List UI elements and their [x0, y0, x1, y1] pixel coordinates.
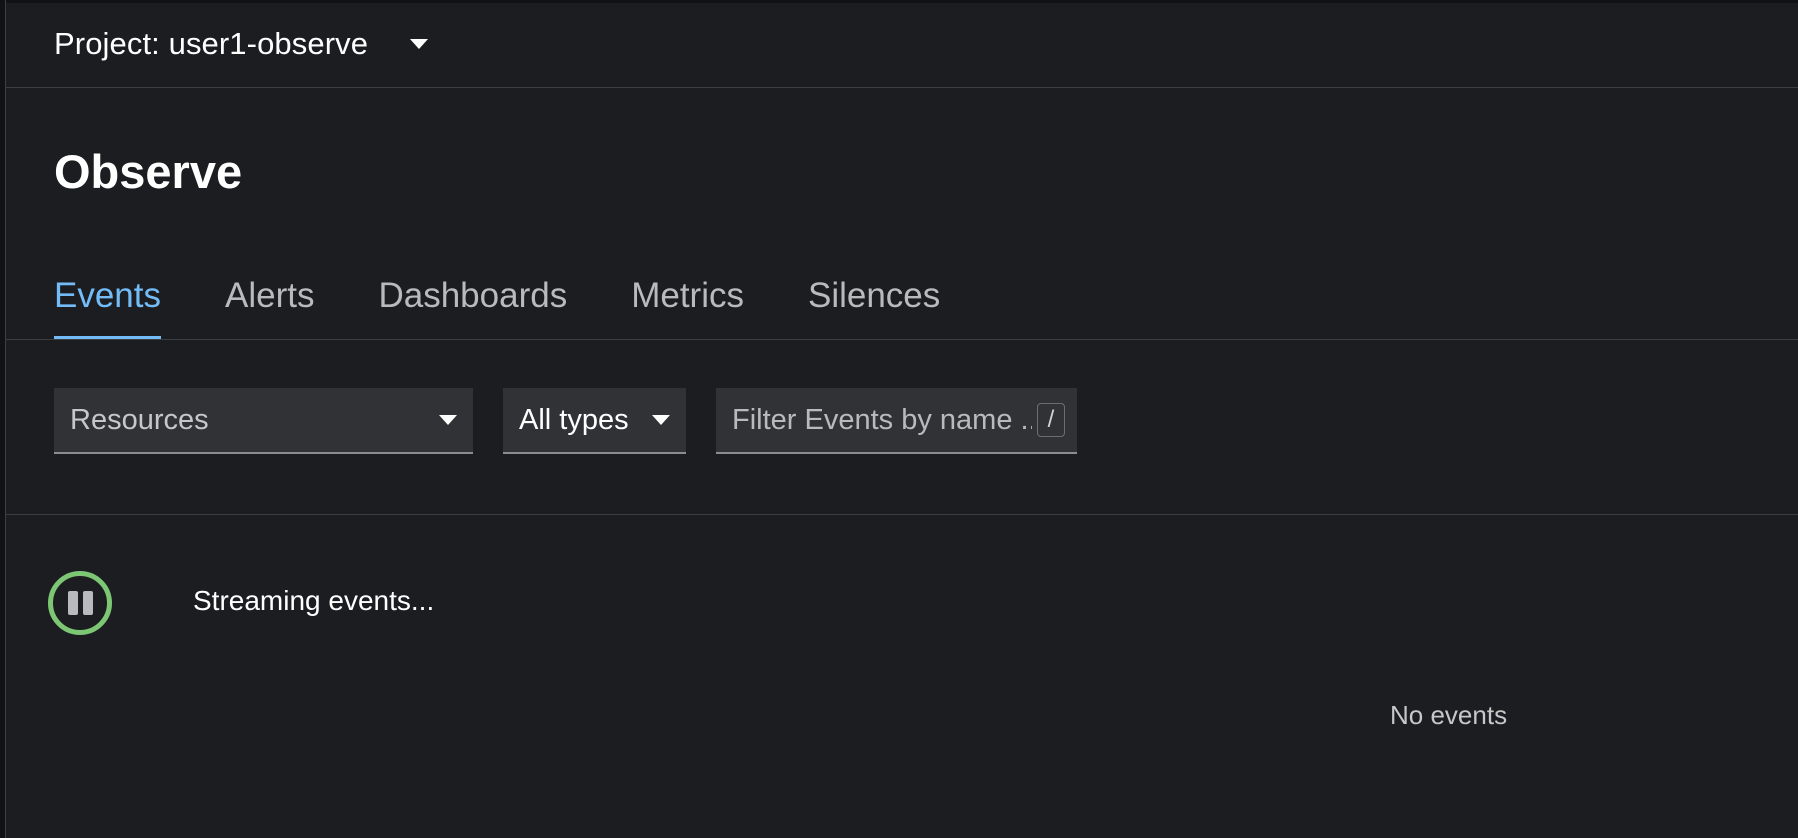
tab-bar: Events Alerts Dashboards Metrics Silence…: [54, 270, 940, 340]
project-selector[interactable]: Project: user1-observe: [54, 22, 429, 66]
page-title: Observe: [54, 145, 243, 198]
top-edge: [0, 0, 1798, 3]
caret-down-icon: [652, 415, 670, 425]
resources-placeholder: Resources: [70, 403, 209, 436]
tab-alerts[interactable]: Alerts: [225, 270, 314, 340]
event-name-filter-input[interactable]: [732, 403, 1032, 437]
resources-dropdown[interactable]: Resources: [54, 388, 473, 454]
tab-events[interactable]: Events: [54, 270, 161, 340]
observe-page: Project: user1-observe Observe Events Al…: [0, 0, 1798, 838]
type-selected-value: All types: [519, 403, 629, 436]
tabs-divider: [6, 339, 1798, 340]
tab-dashboards[interactable]: Dashboards: [378, 270, 567, 340]
pause-icon: [67, 591, 78, 615]
header-divider: [6, 87, 1798, 88]
pause-streaming-button[interactable]: [48, 571, 112, 635]
left-sidebar-edge: [0, 0, 6, 838]
caret-down-icon: [410, 39, 429, 49]
streaming-status-text: Streaming events...: [193, 585, 435, 616]
type-dropdown[interactable]: All types: [503, 388, 686, 454]
tab-silences[interactable]: Silences: [808, 270, 940, 340]
event-name-filter[interactable]: /: [716, 388, 1077, 454]
pause-icon: [82, 591, 93, 615]
keyboard-shortcut-hint: /: [1037, 403, 1065, 437]
filters-divider: [6, 514, 1798, 515]
project-label: Project: user1-observe: [54, 26, 369, 61]
tab-metrics[interactable]: Metrics: [631, 270, 744, 340]
caret-down-icon: [439, 415, 457, 425]
events-empty-state: No events: [1390, 700, 1508, 730]
